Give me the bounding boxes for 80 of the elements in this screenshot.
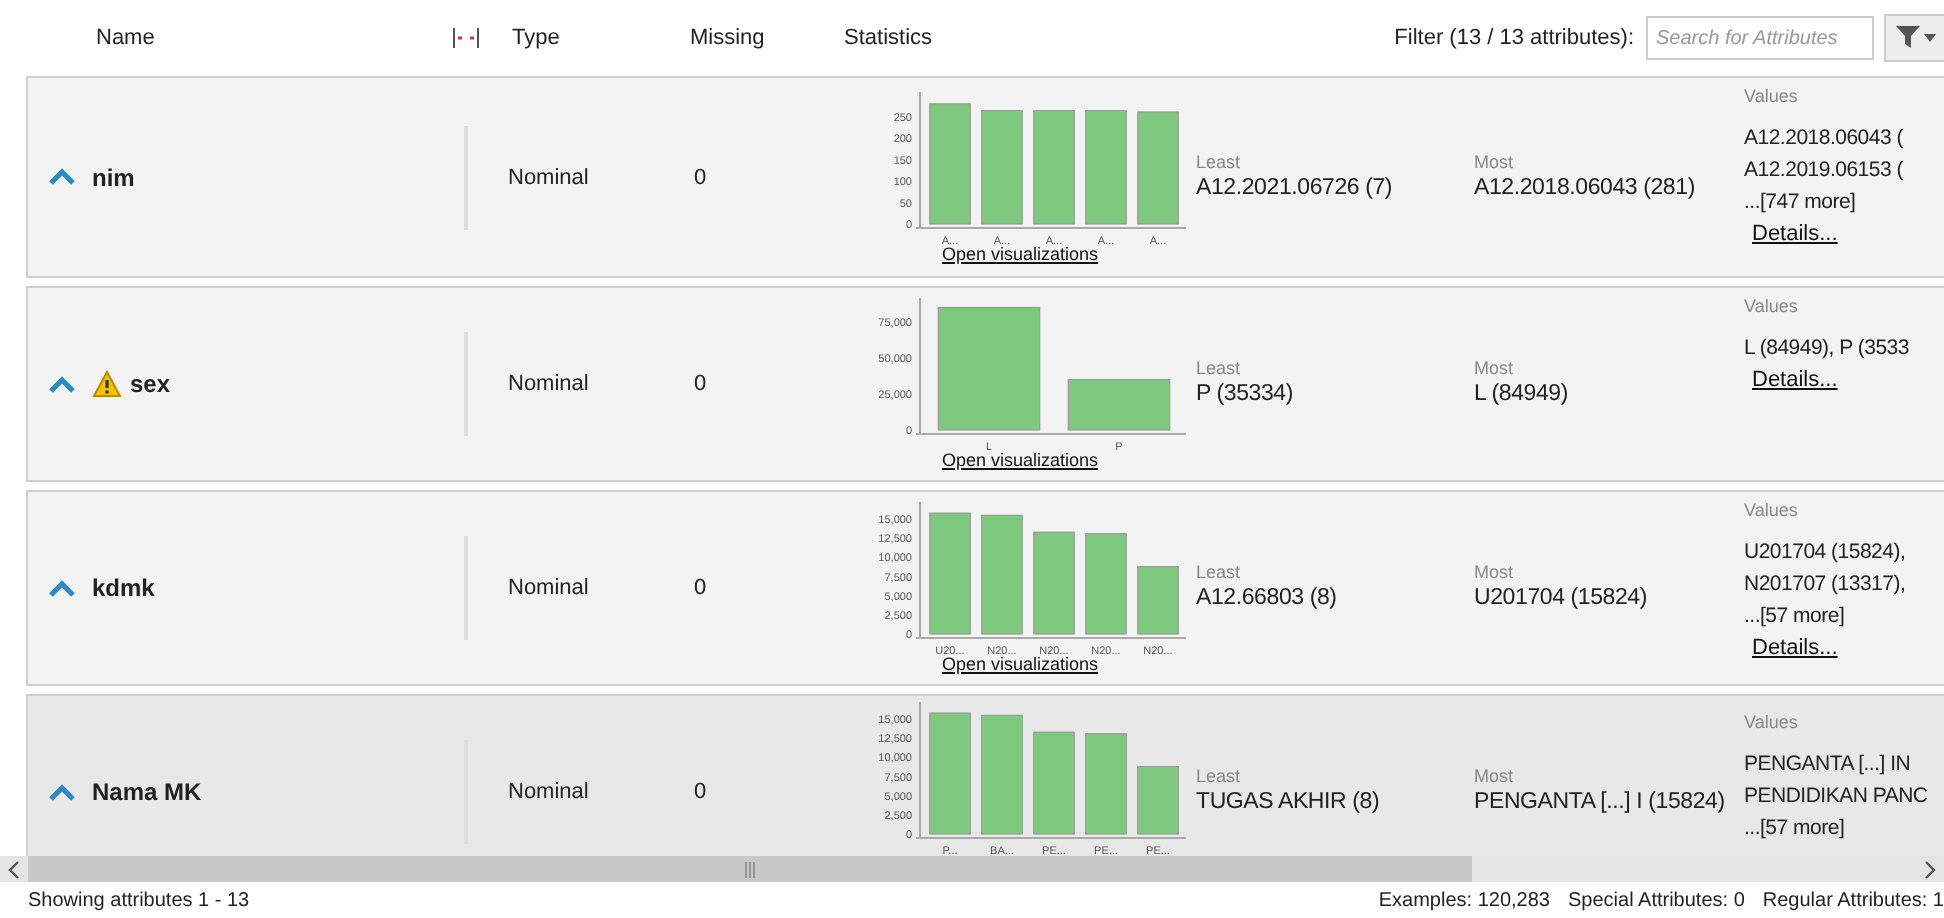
missing-count: 0 <box>694 780 707 804</box>
open-visualizations-link[interactable]: Open visualizations <box>941 654 1099 674</box>
bar <box>928 712 970 835</box>
filter-label: Filter (13 / 13 attributes): <box>1394 26 1634 50</box>
most-label: Most <box>1474 766 1516 786</box>
value-text: A12.2018.06043 ( <box>1744 124 1903 154</box>
values-label: Values <box>1744 500 1800 520</box>
search-field[interactable]: Search for Attributes <box>1646 16 1874 60</box>
bar <box>928 512 970 635</box>
least-label: Least <box>1196 766 1243 786</box>
value-text: PENDIDIKAN PANC <box>1744 782 1928 812</box>
most-value: A12.2018.06043 (281) <box>1474 173 1697 203</box>
least-value: A12.2021.06726 (7) <box>1196 173 1395 203</box>
least-label: Least <box>1196 562 1243 582</box>
most-label: Most <box>1474 562 1516 582</box>
bar <box>1084 733 1126 835</box>
value-text: U201704 (15824), <box>1744 538 1906 568</box>
value-text: ...[747 more] <box>1744 188 1858 218</box>
attribute-type: Nominal <box>508 372 589 396</box>
bar <box>1032 731 1074 835</box>
column-header[interactable]: Missing <box>690 26 844 50</box>
scroll-right-icon[interactable] <box>1922 859 1938 879</box>
bar <box>1136 766 1178 835</box>
status-text: Special Attributes: 0 <box>1568 889 1745 911</box>
most-value: PENGANTA [...] I (15824) <box>1474 788 1727 818</box>
value-text: N201707 (13317), <box>1744 570 1906 600</box>
attribute-name: sex <box>130 370 171 398</box>
values-label: Values <box>1744 712 1800 732</box>
attribute-type: Nominal <box>508 780 589 804</box>
column-header[interactable]: Type <box>512 26 690 50</box>
most-value: L (84949) <box>1474 380 1571 410</box>
missing-count: 0 <box>694 165 707 189</box>
missing-count: 0 <box>694 372 707 396</box>
attribute-name: kdmk <box>92 574 155 602</box>
least-value: A12.66803 (8) <box>1196 584 1339 614</box>
grip-icon <box>744 861 756 877</box>
least-label: Least <box>1196 358 1243 378</box>
scrollbar-thumb[interactable] <box>28 856 1472 882</box>
column-resize-icon[interactable] <box>452 26 480 50</box>
filter-icon <box>1893 24 1937 52</box>
most-value: U201704 (15824) <box>1474 584 1650 614</box>
values-label: Values <box>1744 296 1800 316</box>
most-label: Most <box>1474 358 1516 378</box>
value-text: A12.2019.06153 ( <box>1744 156 1903 186</box>
bar <box>980 514 1022 635</box>
status-text: Examples: 120,283 <box>1378 889 1550 911</box>
collapse-icon[interactable] <box>48 579 76 597</box>
value-text: L (84949), P (3533 <box>1744 334 1909 364</box>
scroll-left-icon[interactable] <box>6 859 22 879</box>
status-text: Regular Attributes: 1 <box>1762 889 1944 911</box>
column-header[interactable]: Name <box>96 26 452 50</box>
filter-button[interactable] <box>1884 14 1944 62</box>
bar <box>980 714 1022 835</box>
missing-count: 0 <box>694 576 707 600</box>
value-text: ...[57 more] <box>1744 602 1847 632</box>
value-text: ...[57 more] <box>1744 814 1847 844</box>
status-text: Showing attributes 1 - 13 <box>28 889 250 911</box>
attribute-type: Nominal <box>508 576 589 600</box>
values-label: Values <box>1744 86 1800 106</box>
attribute-type: Nominal <box>508 165 589 189</box>
collapse-icon[interactable] <box>48 783 76 801</box>
most-label: Most <box>1474 151 1516 171</box>
least-value: TUGAS AKHIR (8) <box>1196 788 1382 818</box>
horizontal-scrollbar[interactable] <box>0 856 1944 882</box>
least-value: P (35334) <box>1196 380 1295 410</box>
details-link[interactable]: Details... <box>1752 636 1906 660</box>
value-text: PENGANTA [...] IN <box>1744 750 1913 780</box>
bar <box>1136 566 1178 635</box>
details-link[interactable]: Details... <box>1752 222 1903 246</box>
attribute-name: Nama MK <box>92 778 202 806</box>
bar <box>1032 531 1074 635</box>
collapse-icon[interactable] <box>48 375 76 393</box>
attribute-name: nim <box>92 163 135 191</box>
collapse-icon[interactable] <box>48 168 76 186</box>
bar <box>1084 533 1126 635</box>
details-link[interactable]: Details... <box>1752 368 1909 392</box>
open-visualizations-link[interactable]: Open visualizations <box>941 450 1099 470</box>
least-label: Least <box>1196 151 1243 171</box>
column-header[interactable]: Statistics <box>844 26 1044 50</box>
open-visualizations-link[interactable]: Open visualizations <box>941 243 1099 263</box>
